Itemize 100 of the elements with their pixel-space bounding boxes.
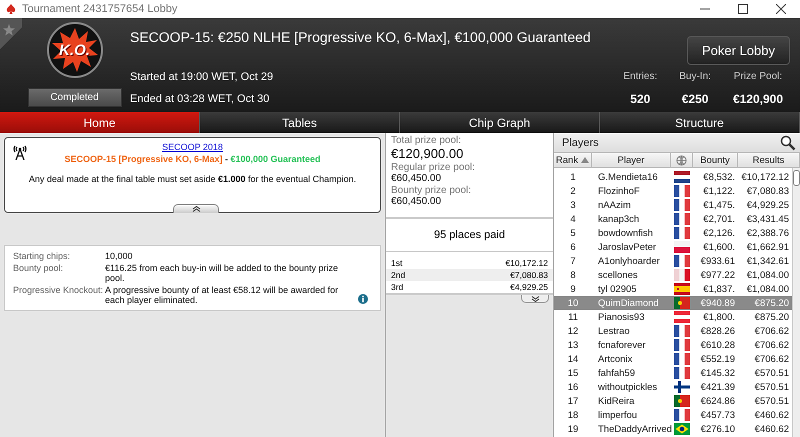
player-name: KidReira <box>597 396 636 406</box>
rank-cell-text: 19 <box>566 424 580 434</box>
bounty-cell-text: €276.10 <box>700 424 736 434</box>
column-header[interactable]: Bounty <box>693 153 738 167</box>
player-name: kanap3ch <box>597 214 640 224</box>
result-cell-text: €7,080.83 <box>746 186 790 196</box>
rank-cell-text: 5 <box>569 228 577 238</box>
result-cell-text: €706.62 <box>754 340 790 350</box>
series-link[interactable]: SECOOP 2018 <box>162 142 223 152</box>
player-row[interactable]: 17 KidReira €624.86 €570.51 <box>554 394 792 408</box>
detail-value: 10,000 <box>105 251 134 261</box>
result-cell-text: €2,388.76 <box>746 228 790 238</box>
player-name: nAAzim <box>597 200 632 210</box>
rank-cell-text: 14 <box>566 354 580 364</box>
window-title: Tournament 2431757654 Lobby <box>22 3 178 15</box>
player-row[interactable]: 19 TheDaddyArrived €276.10 €460.62 <box>554 422 792 436</box>
rank-cell-text: 1 <box>569 172 577 182</box>
pool-label: Total prize pool: <box>391 135 462 146</box>
result-cell-text: €1,342.61 <box>746 256 790 266</box>
bounty-cell-text: €2,126. <box>702 228 736 238</box>
bounty-cell-text: €610.28 <box>700 340 736 350</box>
bounty-cell-text: €552.19 <box>700 354 736 364</box>
player-row[interactable]: 15 fahfah59 €145.32 €570.51 <box>554 366 792 380</box>
place-cell: 1st <box>391 258 402 268</box>
rank-cell-text: 9 <box>569 284 577 294</box>
flag-icon <box>674 213 690 225</box>
player-row[interactable]: 9 tyl 02905 €1,837. €1,084.00 <box>554 282 792 296</box>
rank-cell-text: 2 <box>569 186 577 196</box>
maximize-icon[interactable] <box>738 4 748 14</box>
search-icon[interactable] <box>780 134 796 150</box>
close-icon[interactable] <box>776 4 786 14</box>
player-name: Lestrao <box>597 326 631 336</box>
result-cell-text: €3,431.45 <box>746 214 790 224</box>
tab[interactable]: Structure <box>600 112 800 133</box>
flag-icon <box>674 171 690 183</box>
result-cell-text: €875.20 <box>754 312 790 322</box>
bounty-cell-text: €977.22 <box>700 270 736 280</box>
player-row[interactable]: 7 A1onlyhoarder €933.61 €1,342.61 <box>554 254 792 268</box>
player-name: Artconix <box>597 354 634 364</box>
antenna-icon <box>13 144 27 160</box>
tab[interactable]: Home <box>0 112 200 133</box>
bounty-cell-text: €1,122. <box>702 186 736 196</box>
player-row[interactable]: 18 limperfou €457.73 €460.62 <box>554 408 792 422</box>
poker-lobby-button[interactable]: Poker Lobby <box>687 36 790 65</box>
info-icon[interactable] <box>358 294 368 304</box>
player-row[interactable]: 6 JaroslavPeter €1,600. €1,662.91 <box>554 240 792 254</box>
player-row[interactable]: 3 nAAzim €1,475. €4,929.25 <box>554 198 792 212</box>
pool-value: €60,450.00 <box>391 173 442 184</box>
rank-cell-text: 11 <box>567 312 579 322</box>
collapse-tab[interactable] <box>173 204 219 213</box>
player-row[interactable]: 2 FlozinhoF €1,122. €7,080.83 <box>554 184 792 198</box>
star-icon[interactable] <box>3 24 15 36</box>
result-cell-text: €706.62 <box>754 326 790 336</box>
player-row[interactable]: 13 fcnaforever €610.28 €706.62 <box>554 338 792 352</box>
player-row[interactable]: 1 G.Mendieta16 €8,532. €10,172.12 <box>554 170 792 184</box>
stat-label: Entries: <box>623 71 658 82</box>
result-cell-text: €1,662.91 <box>746 242 790 252</box>
result-cell-text: €1,084.00 <box>746 284 790 294</box>
expand-tab[interactable] <box>521 295 549 303</box>
rank-cell-text: 12 <box>566 326 580 336</box>
column-header[interactable]: Player <box>592 153 671 167</box>
flag-icon <box>674 269 690 281</box>
player-row[interactable]: 8 scellones €977.22 €1,084.00 <box>554 268 792 282</box>
column-header[interactable]: Rank <box>554 153 592 167</box>
tab[interactable]: Tables <box>200 112 400 133</box>
player-row[interactable]: 12 Lestrao €828.26 €706.62 <box>554 324 792 338</box>
rank-cell-text: 17 <box>566 396 580 406</box>
rank-cell-text: 6 <box>569 242 577 252</box>
player-name: JaroslavPeter <box>597 242 658 252</box>
event-line: SECOOP-15 [Progressive KO, 6-Max] - €100,000 Guaranteed <box>63 154 322 164</box>
rank-cell-text: 4 <box>569 214 577 224</box>
flag-icon <box>674 423 690 435</box>
flag-icon <box>674 311 690 323</box>
player-row[interactable]: 4 kanap3ch €2,701. €3,431.45 <box>554 212 792 226</box>
bounty-cell-text: €624.86 <box>700 396 736 406</box>
player-row[interactable]: 5 bowdownfish €2,126. €2,388.76 <box>554 226 792 240</box>
player-name: fahfah59 <box>597 368 636 378</box>
player-row[interactable]: 16 withoutpickles €421.39 €570.51 <box>554 380 792 394</box>
result-cell-text: €10,172.12 <box>740 172 790 182</box>
player-row[interactable]: 11 Pianosis93 €1,800. €875.20 <box>554 310 792 324</box>
flag-icon <box>674 185 690 197</box>
player-row[interactable]: 14 Artconix €552.19 €706.62 <box>554 352 792 366</box>
result-cell-text: €460.62 <box>754 410 790 420</box>
result-cell-text: €570.51 <box>754 382 790 392</box>
player-name: fcnaforever <box>597 340 647 350</box>
scrollbar-thumb[interactable] <box>793 170 800 186</box>
player-name: limperfou <box>597 410 638 420</box>
bounty-cell-text: €940.89 <box>700 298 736 308</box>
player-name: tyl 02905 <box>597 284 638 294</box>
stat-value: €250 <box>682 92 708 106</box>
result-cell-text: €875.20 <box>754 298 790 308</box>
bounty-cell-text: €421.39 <box>700 382 736 392</box>
place-cell: 2nd <box>391 270 406 280</box>
flag-icon <box>674 283 690 295</box>
flag-icon <box>674 381 690 393</box>
tab[interactable]: Chip Graph <box>400 112 600 133</box>
rank-cell-text: 8 <box>569 270 577 280</box>
result-cell-text: €706.62 <box>754 354 790 364</box>
payout-cell: €10,172.12 <box>505 258 548 268</box>
column-header[interactable]: Results <box>738 153 800 167</box>
